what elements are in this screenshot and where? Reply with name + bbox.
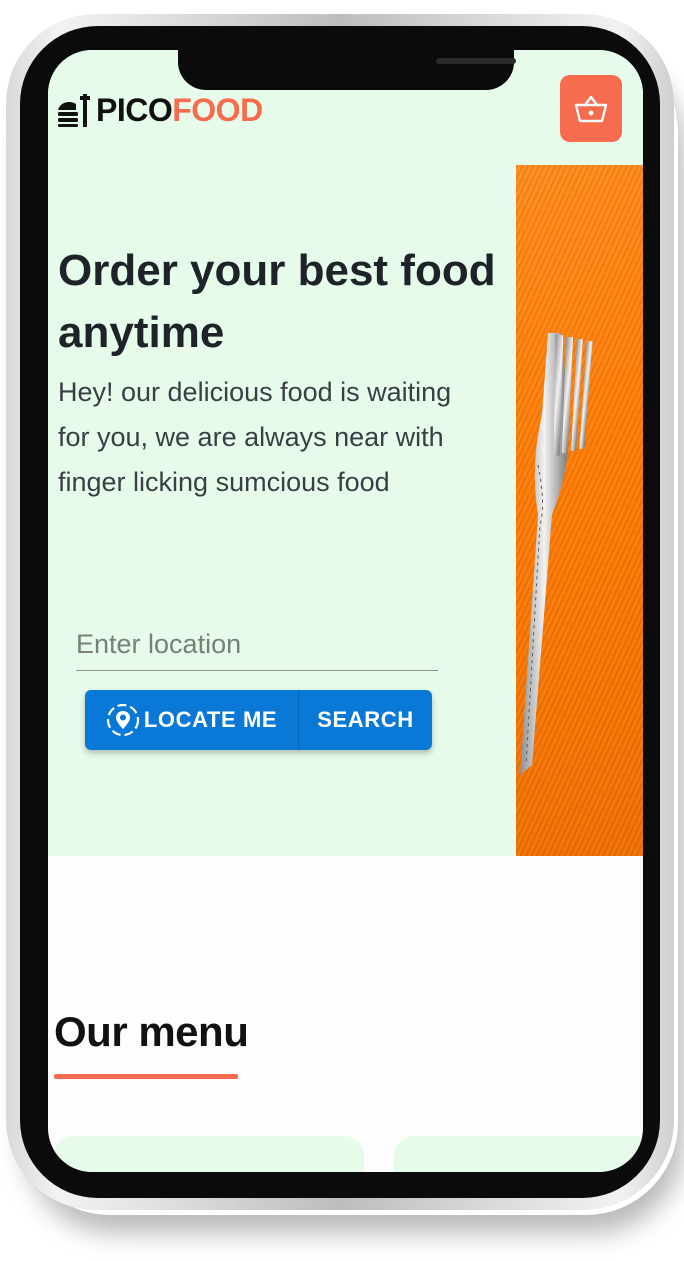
phone-speaker [436, 58, 516, 64]
logo-text-food: FOOD [172, 91, 263, 128]
menu-card[interactable] [54, 1136, 364, 1172]
hero-description: Hey! our delicious food is waiting for y… [58, 377, 452, 497]
location-pin-icon [106, 703, 140, 737]
menu-card[interactable] [394, 1136, 643, 1172]
locate-me-button[interactable]: LOCATE ME [85, 690, 299, 750]
search-button[interactable]: SEARCH [299, 690, 432, 750]
phone-notch [178, 50, 516, 90]
menu-section-title: Our menu [54, 1008, 249, 1055]
phone-screen: PICO FOOD Order your best food anytime H… [48, 50, 643, 1172]
logo-text-pico: PICO [96, 91, 173, 128]
menu-title-underline [54, 1074, 238, 1079]
hero-headline: Order your best food anytime [58, 246, 496, 357]
brand-logo[interactable]: PICO FOOD [56, 90, 263, 130]
action-button-group: LOCATE ME SEARCH [85, 690, 432, 750]
locate-me-label: LOCATE ME [143, 707, 278, 732]
location-input[interactable] [76, 618, 438, 671]
hero-section: PICO FOOD Order your best food anytime H… [48, 50, 643, 856]
burger-stack-icon [56, 92, 94, 128]
basket-icon [574, 94, 608, 124]
hero-food-image [516, 165, 643, 856]
cart-button[interactable] [560, 75, 622, 142]
